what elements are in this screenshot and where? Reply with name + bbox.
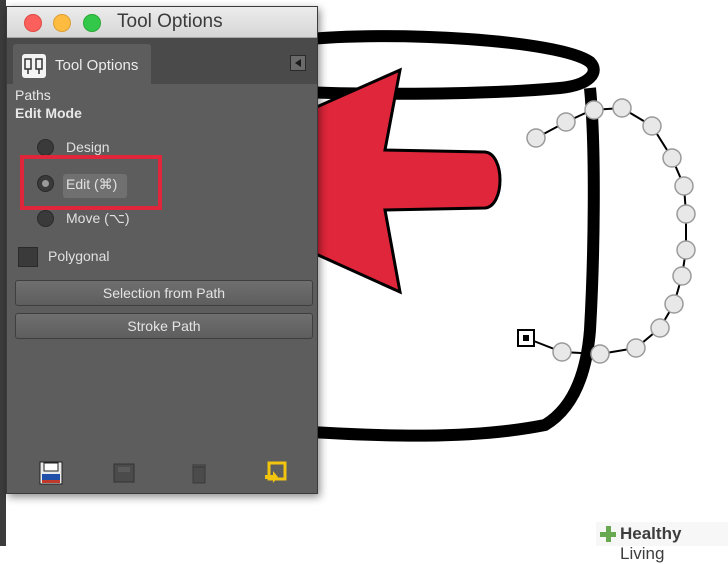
path-anchor bbox=[590, 344, 610, 364]
tab-label: Tool Options bbox=[55, 57, 139, 74]
tab-tool-options[interactable]: Tool Options bbox=[13, 44, 151, 88]
path-anchor bbox=[552, 342, 572, 362]
radio-design[interactable] bbox=[37, 139, 54, 156]
watermark: Healthy Living bbox=[596, 522, 728, 563]
plus-logo-icon bbox=[600, 526, 616, 542]
path-anchor bbox=[662, 148, 682, 168]
end-anchor bbox=[517, 329, 535, 347]
watermark-brand: Healthy bbox=[620, 524, 682, 543]
polygonal-label[interactable]: Polygonal bbox=[48, 248, 110, 264]
handle-path bbox=[525, 106, 687, 356]
title-bar[interactable]: Tool Options bbox=[7, 7, 317, 38]
path-anchor bbox=[664, 294, 684, 314]
annotation-highlight-box bbox=[20, 155, 162, 210]
path-anchor bbox=[612, 98, 632, 118]
panel-menu-button[interactable] bbox=[290, 55, 306, 71]
mug-rim bbox=[299, 30, 600, 100]
zoom-button[interactable] bbox=[83, 14, 101, 32]
section-label: Paths bbox=[15, 87, 51, 103]
path-anchor bbox=[584, 100, 604, 120]
edit-mode-label: Edit Mode bbox=[15, 105, 82, 121]
stroke-path-button[interactable]: Stroke Path bbox=[15, 313, 313, 339]
path-anchor bbox=[650, 318, 670, 338]
reset-options-icon[interactable] bbox=[263, 461, 287, 485]
path-anchor bbox=[556, 112, 576, 132]
path-anchor bbox=[674, 176, 694, 196]
minimize-button[interactable] bbox=[53, 14, 71, 32]
tool-options-window: Tool Options Tool Options Paths Edit Mod… bbox=[6, 6, 318, 494]
close-button[interactable] bbox=[24, 14, 42, 32]
path-anchors bbox=[526, 98, 696, 364]
tab-row: Tool Options bbox=[7, 38, 317, 88]
path-anchor bbox=[676, 204, 696, 224]
path-anchor bbox=[642, 116, 662, 136]
path-anchor bbox=[626, 338, 646, 358]
delete-options-icon[interactable] bbox=[187, 461, 211, 485]
polygonal-checkbox[interactable] bbox=[18, 247, 38, 267]
window-title: Tool Options bbox=[117, 11, 223, 32]
path-anchor bbox=[676, 240, 696, 260]
selection-from-path-button[interactable]: Selection from Path bbox=[15, 280, 313, 306]
radio-move-label[interactable]: Move (⌥) bbox=[66, 210, 130, 227]
restore-options-icon[interactable] bbox=[112, 461, 136, 485]
radio-design-label[interactable]: Design bbox=[66, 139, 110, 155]
save-options-icon[interactable] bbox=[39, 461, 63, 485]
bottom-toolbar bbox=[7, 453, 317, 493]
path-anchor bbox=[526, 128, 546, 148]
tool-options-icon bbox=[22, 54, 46, 78]
watermark-suffix: Living bbox=[620, 544, 665, 563]
path-anchor bbox=[672, 266, 692, 286]
radio-move[interactable] bbox=[37, 210, 54, 227]
